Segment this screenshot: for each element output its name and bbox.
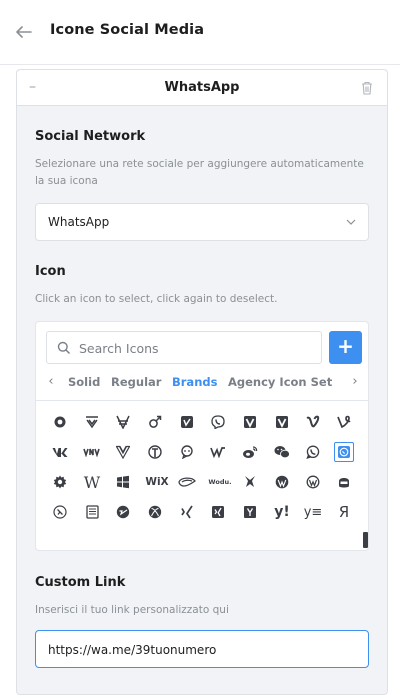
add-icon-button[interactable]: + xyxy=(329,331,362,364)
viber-icon[interactable] xyxy=(208,412,228,432)
custom-link-input[interactable] xyxy=(48,640,348,660)
tab-brands[interactable]: Brands xyxy=(172,375,217,389)
search-input[interactable] xyxy=(79,338,315,358)
icon-help: Click an icon to select, click again to … xyxy=(35,293,278,305)
vine-icon[interactable] xyxy=(334,412,354,432)
wikipedia-w-icon[interactable]: W xyxy=(82,472,102,492)
wpressr-icon[interactable] xyxy=(113,502,133,522)
wpbeginner-icon[interactable] xyxy=(334,472,354,492)
weebly-icon[interactable] xyxy=(145,442,165,462)
chevron-left-icon[interactable]: ‹ xyxy=(44,374,58,389)
webflow-icon[interactable] xyxy=(208,442,228,462)
tabs-divider xyxy=(36,400,368,401)
custom-link-help: Inserisci il tuo link personalizzato qui xyxy=(35,604,229,616)
viadeo-icon[interactable] xyxy=(50,412,70,432)
vimeo-v-icon[interactable] xyxy=(303,412,323,432)
weibo-icon[interactable] xyxy=(240,442,260,462)
social-network-select[interactable]: WhatsApp xyxy=(35,203,369,241)
icon-label: Icon xyxy=(35,264,66,279)
xing-square-icon[interactable] xyxy=(208,502,228,522)
xbox-icon[interactable] xyxy=(145,502,165,522)
yammer-icon[interactable]: y≡ xyxy=(303,502,323,522)
yahoo-icon[interactable]: y! xyxy=(272,502,292,522)
wpexplorer-icon[interactable] xyxy=(50,502,70,522)
wordpress-simple-icon[interactable] xyxy=(303,472,323,492)
search-field[interactable] xyxy=(46,331,322,364)
yandex-icon[interactable]: Я xyxy=(334,502,354,522)
vimeo-square-icon[interactable] xyxy=(177,412,197,432)
panel-header[interactable]: – WhatsApp xyxy=(17,70,387,106)
tab-regular[interactable]: Regular xyxy=(111,375,161,389)
repeater-item-panel: – WhatsApp Social Network Selezionare un… xyxy=(16,69,388,695)
vuejs-icon[interactable] xyxy=(113,442,133,462)
venus-mars-icon[interactable] xyxy=(145,412,165,432)
back-arrow-icon[interactable] xyxy=(14,22,34,42)
weixin-icon[interactable] xyxy=(272,442,292,462)
search-icon xyxy=(57,341,71,355)
vnv-icon[interactable] xyxy=(82,442,102,462)
icon-grid-scrollbar[interactable] xyxy=(363,532,368,548)
wpforms-icon[interactable] xyxy=(82,502,102,522)
page-title: Icone Social Media xyxy=(50,22,205,38)
vimeo-square-alt-icon[interactable] xyxy=(272,412,292,432)
windows-icon[interactable] xyxy=(113,472,133,492)
wordpress-icon[interactable] xyxy=(272,472,292,492)
social-network-help: Selezionare una rete sociale per aggiung… xyxy=(35,158,364,187)
chevron-down-icon xyxy=(346,219,356,225)
panel-title: WhatsApp xyxy=(164,80,240,95)
social-network-value: WhatsApp xyxy=(48,215,110,229)
vk-icon[interactable] xyxy=(50,442,70,462)
custom-link-label: Custom Link xyxy=(35,575,126,590)
vimeo-box-icon[interactable] xyxy=(240,412,260,432)
viacoin-icon[interactable] xyxy=(113,412,133,432)
whmcs-icon[interactable] xyxy=(50,472,70,492)
trash-icon[interactable] xyxy=(361,80,375,96)
tab-agency-icon-set[interactable]: Agency Icon Set xyxy=(228,375,332,389)
wodu-icon[interactable]: Wodu. xyxy=(208,472,232,492)
whatsapp-square-icon-selected[interactable] xyxy=(334,442,354,462)
vimeo-alt-icon[interactable] xyxy=(82,412,102,432)
social-network-label: Social Network xyxy=(35,129,146,144)
wizards-of-the-coast-icon[interactable] xyxy=(177,472,197,492)
weixin-alt-icon[interactable] xyxy=(177,442,197,462)
y-combinator-icon[interactable] xyxy=(240,502,260,522)
icon-picker: + ‹ Solid Regular Brands Agency Icon Set… xyxy=(35,321,369,551)
custom-link-field[interactable] xyxy=(35,630,369,668)
whatsapp-icon[interactable] xyxy=(303,442,323,462)
chevron-right-icon[interactable]: › xyxy=(348,374,362,389)
wolf-pack-battalion-icon[interactable] xyxy=(240,472,260,492)
icon-library-tabs: ‹ Solid Regular Brands Agency Icon Set › xyxy=(36,370,368,396)
wix-icon[interactable]: WiX xyxy=(145,472,169,492)
xing-icon[interactable] xyxy=(177,502,197,522)
header: Icone Social Media xyxy=(0,0,400,65)
tab-solid[interactable]: Solid xyxy=(68,375,100,389)
